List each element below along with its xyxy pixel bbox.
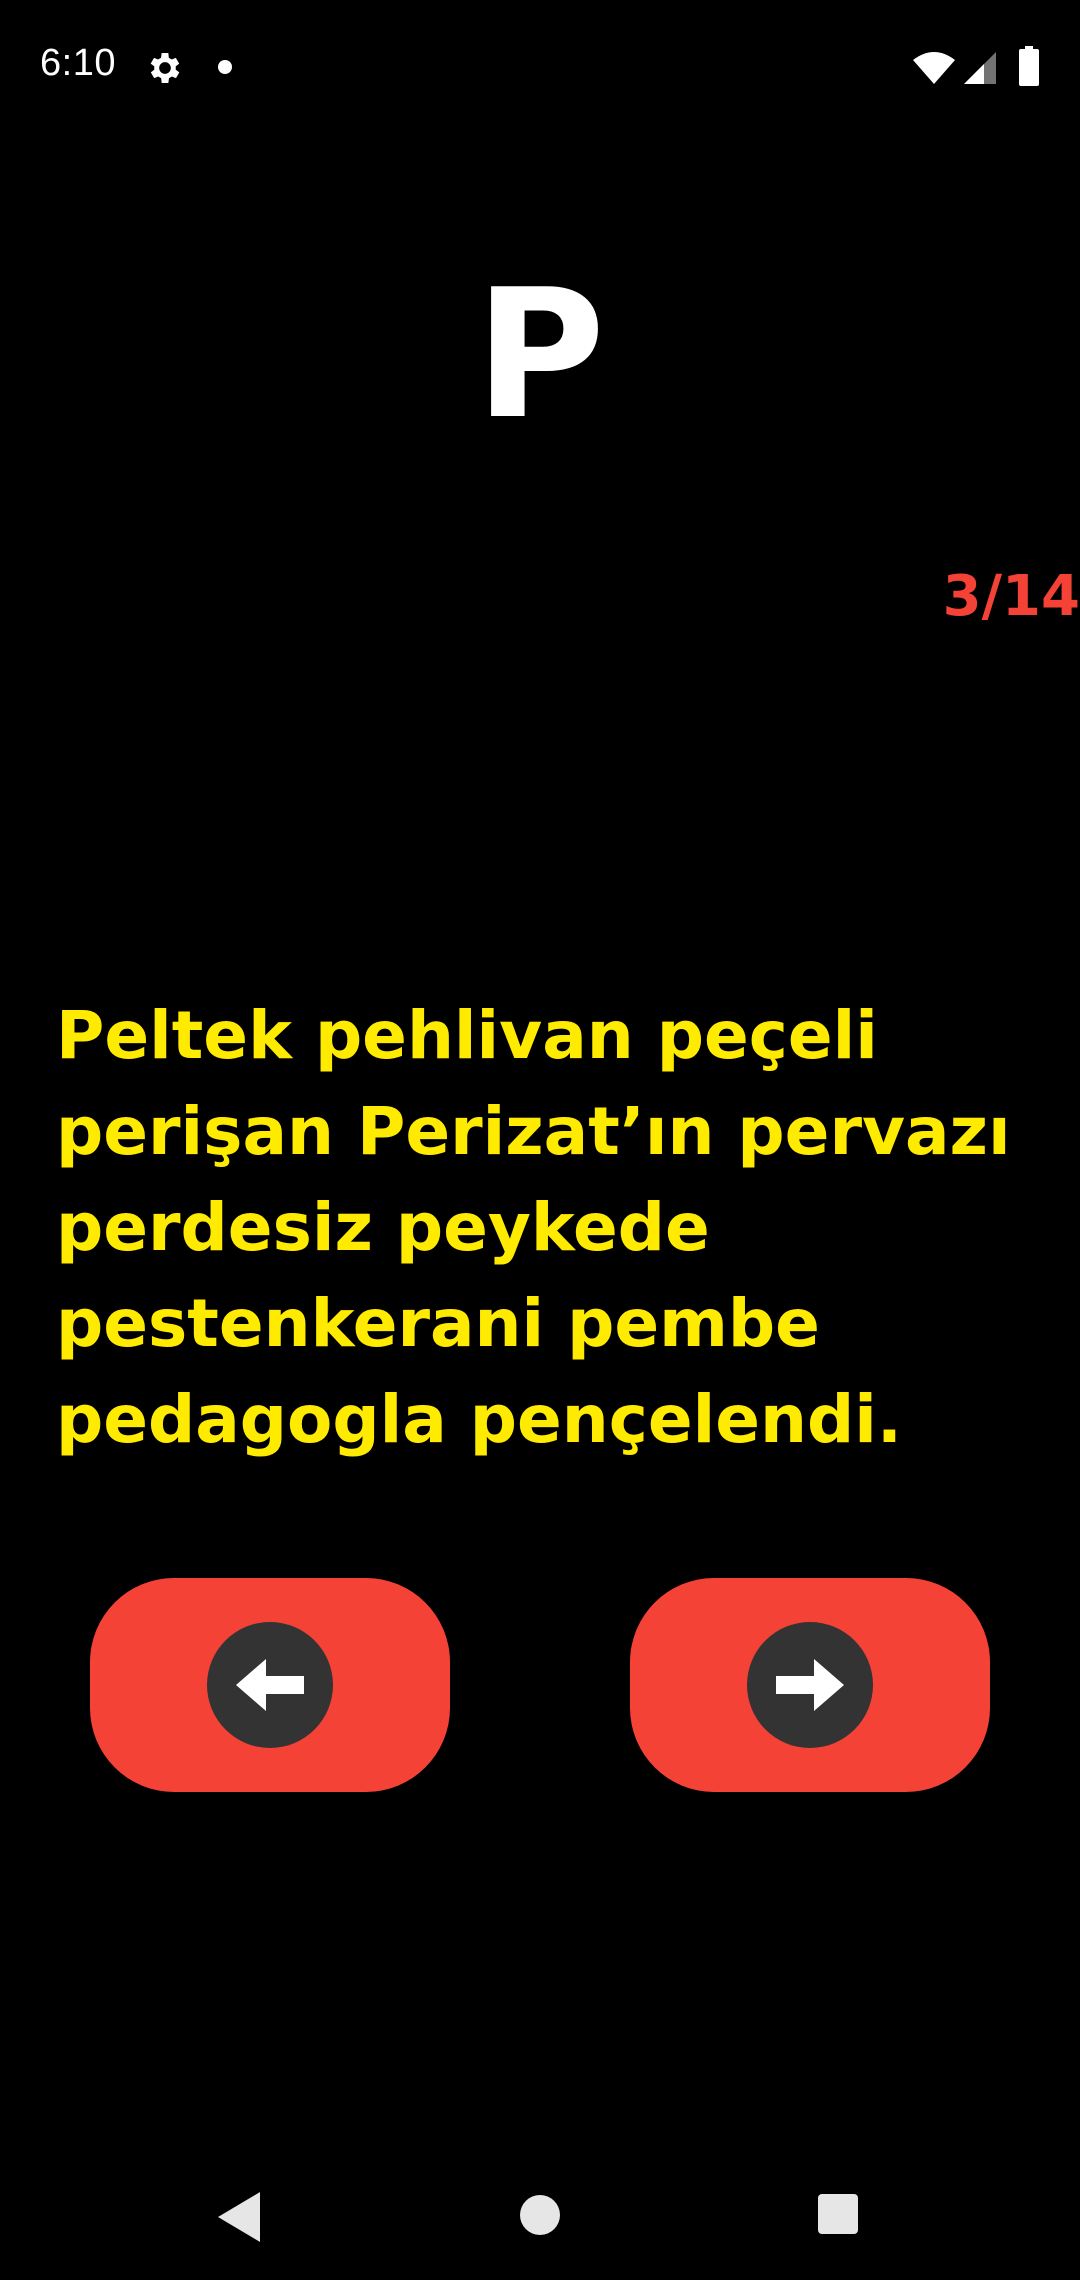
previous-button[interactable] — [90, 1578, 450, 1792]
arrow-left-icon — [236, 1659, 304, 1711]
next-button-circle — [747, 1622, 873, 1748]
previous-button-circle — [207, 1622, 333, 1748]
arrow-right-icon — [776, 1659, 844, 1711]
status-bar: 6:10 — [0, 0, 1080, 136]
wifi-icon — [913, 52, 955, 84]
system-navigation-bar — [0, 2160, 1080, 2280]
next-button[interactable] — [630, 1578, 990, 1792]
status-time: 6:10 — [40, 42, 116, 84]
home-icon[interactable] — [520, 2195, 560, 2235]
back-icon[interactable] — [216, 2190, 262, 2244]
letter-display: P — [474, 251, 606, 458]
notification-dot-icon — [218, 60, 232, 74]
battery-icon — [1019, 46, 1039, 86]
page-counter: 3/14 — [942, 564, 1080, 629]
tongue-twister-text: Peltek pehlivan peçeli perişan Perizat’ı… — [56, 997, 1011, 1458]
gear-icon — [150, 53, 180, 83]
signal-icon — [964, 52, 996, 84]
recents-icon[interactable] — [818, 2194, 858, 2234]
